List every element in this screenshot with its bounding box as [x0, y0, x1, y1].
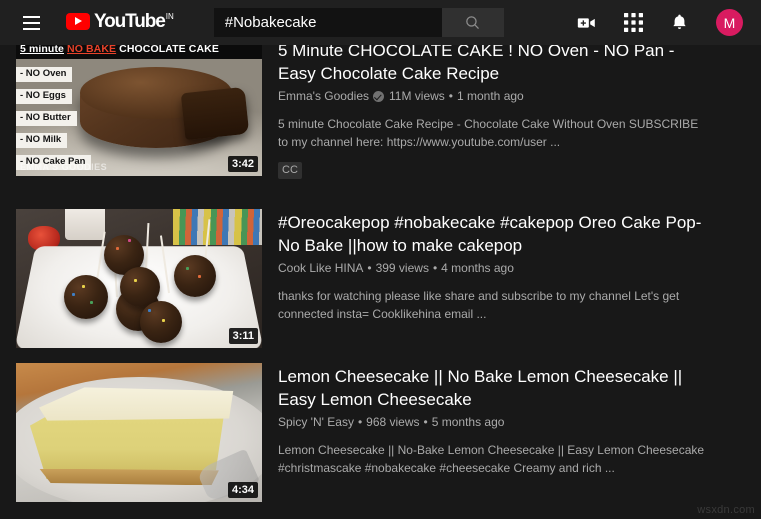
video-badges: CC [278, 160, 710, 179]
verified-badge-icon [373, 91, 384, 102]
create-video-icon[interactable] [576, 12, 598, 34]
channel-name[interactable]: Spicy 'N' Easy [278, 414, 354, 431]
thumbnail-sprinkle [90, 301, 93, 304]
thumbnail-headline: 5 minute NO BAKE CHOCOLATE CAKE [16, 45, 262, 59]
thumbnail-sprinkle [134, 279, 137, 282]
video-title[interactable]: 5 Minute CHOCOLATE CAKE ! NO Oven - NO P… [278, 45, 710, 85]
youtube-play-icon [66, 12, 90, 30]
video-meta: Emma's Goodies 11M views • 1 month ago [278, 88, 710, 105]
thumbnail-sprinkle [72, 293, 75, 296]
notifications-bell-icon[interactable] [669, 12, 690, 33]
meta-separator: • [423, 415, 428, 429]
youtube-logo[interactable]: YouTube IN [66, 11, 174, 35]
thumbnail-cheesecake-crust [39, 468, 219, 486]
thumbnail-bullet: - NO Oven [16, 67, 73, 82]
thumbnail-headline-suffix: CHOCOLATE CAKE [119, 45, 219, 55]
header-actions: M [576, 9, 743, 36]
video-description: thanks for watching please like share an… [278, 289, 680, 321]
video-info: #Oreocakepop #nobakecake #cakepop Oreo C… [278, 209, 710, 348]
avatar[interactable]: M [716, 9, 743, 36]
video-info: Lemon Cheesecake || No Bake Lemon Cheese… [278, 363, 710, 502]
meta-separator: • [448, 89, 453, 103]
upload-age: 1 month ago [457, 89, 524, 103]
video-info: 5 Minute CHOCOLATE CAKE ! NO Oven - NO P… [278, 45, 710, 179]
meta-separator: • [367, 261, 372, 275]
thumbnail-headline-prefix: 5 minute [20, 45, 64, 55]
page-watermark: wsxdn.com [697, 504, 755, 516]
video-title[interactable]: Lemon Cheesecake || No Bake Lemon Cheese… [278, 365, 710, 411]
thumbnail-sprinkle [82, 285, 85, 288]
thumbnail-cake-slice [181, 86, 250, 141]
thumbnail-sprinkle [116, 247, 119, 250]
youtube-country-code: IN [165, 11, 174, 21]
youtube-logo-text: YouTube [94, 10, 166, 32]
meta-separator: • [432, 261, 438, 275]
thumbnail-sprinkle [148, 309, 151, 312]
thumbnail-bullet: - NO Milk [16, 133, 68, 148]
video-thumbnail[interactable]: 5 minute NO BAKE CHOCOLATE CAKE - NO Ove… [16, 45, 262, 176]
view-count: 399 views [375, 261, 429, 275]
channel-name[interactable]: Cook Like HINA [278, 260, 363, 277]
masthead-header: YouTube IN #Nobakecake M [0, 0, 761, 45]
thumbnail-channel-watermark: EMMA'S GOODIES [20, 162, 108, 172]
video-thumbnail[interactable]: 3:11 [16, 209, 262, 348]
video-description: Lemon Cheesecake || No-Bake Lemon Cheese… [278, 443, 705, 475]
thumbnail-sprinkle [162, 319, 165, 322]
video-thumbnail[interactable]: 4:34 [16, 363, 262, 502]
video-meta: Spicy 'N' Easy • 968 views • 5 months ag… [278, 414, 710, 431]
upload-age: 5 months ago [431, 415, 505, 429]
cc-badge: CC [278, 162, 302, 179]
view-count: 11M views [389, 89, 445, 103]
thumbnail-bullet-list: - NO Oven - NO Eggs - NO Butter - NO Mil… [16, 63, 92, 173]
thumbnail-cup [65, 209, 105, 240]
video-duration-badge: 3:11 [228, 328, 258, 344]
thumbnail-cake-pop [64, 275, 108, 319]
search-button[interactable] [441, 8, 504, 37]
search-result-item: 5 minute NO BAKE CHOCOLATE CAKE - NO Ove… [16, 45, 710, 179]
thumbnail-cake-pop [174, 255, 216, 297]
search-results-list: 5 minute NO BAKE CHOCOLATE CAKE - NO Ove… [0, 45, 761, 519]
upload-age: 4 months ago [441, 261, 514, 275]
thumbnail-sprinkle [128, 239, 131, 242]
view-count: 968 views [366, 415, 420, 429]
hamburger-menu-icon[interactable] [14, 6, 48, 40]
thumbnail-bullet: - NO Butter [16, 111, 77, 126]
video-duration-badge: 3:42 [227, 156, 258, 172]
meta-separator: • [357, 415, 363, 429]
video-description: 5 minute Chocolate Cake Recipe - Chocola… [278, 117, 699, 149]
search-input[interactable] [213, 8, 442, 37]
video-meta: Cook Like HINA • 399 views • 4 months ag… [278, 260, 710, 277]
thumbnail-sprinkle [186, 267, 189, 270]
thumbnail-bullet: - NO Eggs [16, 89, 72, 104]
video-title[interactable]: #Oreocakepop #nobakecake #cakepop Oreo C… [278, 211, 710, 257]
apps-grid-icon[interactable] [624, 13, 643, 32]
thumbnail-cake-pop [140, 301, 182, 343]
thumbnail-striped-cloth [173, 209, 262, 246]
video-duration-badge: 4:34 [227, 482, 258, 498]
search-icon [466, 16, 480, 29]
search-bar [213, 8, 504, 37]
thumbnail-headline-highlight: NO BAKE [67, 45, 117, 55]
search-result-item: 4:34 Lemon Cheesecake || No Bake Lemon C… [16, 363, 710, 502]
search-result-item: 3:11 #Oreocakepop #nobakecake #cakepop O… [16, 209, 710, 348]
thumbnail-sprinkle [198, 275, 201, 278]
channel-name[interactable]: Emma's Goodies [278, 88, 369, 105]
